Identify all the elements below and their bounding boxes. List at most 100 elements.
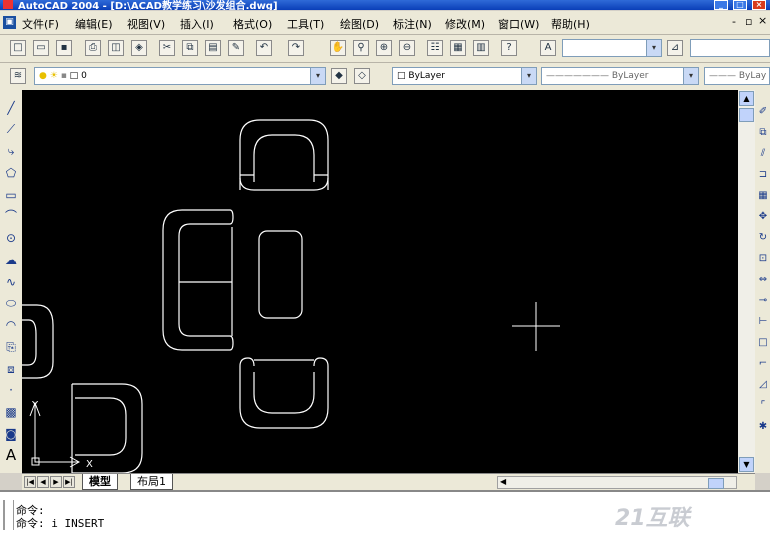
- extend-icon[interactable]: ⊢: [756, 315, 770, 329]
- pan-icon[interactable]: ✋: [330, 40, 346, 56]
- scroll-down-button[interactable]: ▼: [739, 457, 754, 472]
- ellipse-arc-icon[interactable]: ◠: [3, 317, 19, 333]
- ellipse-icon[interactable]: ⬭: [3, 295, 19, 311]
- linetype-combo[interactable]: ——————— ByLayer ▾: [541, 67, 699, 85]
- scroll-thumb[interactable]: [739, 108, 754, 122]
- join-icon[interactable]: ⌐: [756, 357, 770, 371]
- lineweight-combo[interactable]: ——— ByLay: [704, 67, 770, 85]
- maximize-button[interactable]: □: [733, 0, 747, 10]
- stretch-icon[interactable]: ⇔: [756, 273, 770, 287]
- scale-icon[interactable]: ⊡: [756, 252, 770, 266]
- menu-tools[interactable]: 工具(T): [287, 16, 324, 32]
- erase-icon[interactable]: ✐: [756, 105, 770, 119]
- hatch-icon[interactable]: ▩: [3, 404, 19, 420]
- paste-icon[interactable]: ▤: [205, 40, 221, 56]
- tab-model[interactable]: 模型: [82, 474, 118, 490]
- redo-icon[interactable]: ↷: [288, 40, 304, 56]
- prev-tab-button[interactable]: ◀: [37, 476, 49, 488]
- arc-icon[interactable]: ⌒: [3, 208, 19, 224]
- rectangle-icon[interactable]: ▭: [3, 187, 19, 203]
- coffee-table[interactable]: [258, 230, 303, 319]
- zoom-realtime-icon[interactable]: ⚲: [353, 40, 369, 56]
- insert-block-icon[interactable]: ⎘: [3, 339, 19, 355]
- tool-palettes-icon[interactable]: ▥: [473, 40, 489, 56]
- region-icon[interactable]: ◙: [3, 426, 19, 442]
- rotate-icon[interactable]: ↻: [756, 231, 770, 245]
- match-properties-icon[interactable]: ✎: [228, 40, 244, 56]
- vertical-scrollbar[interactable]: ▲ ▼: [738, 90, 755, 473]
- undo-icon[interactable]: ↶: [256, 40, 272, 56]
- polygon-icon[interactable]: ⬠: [3, 165, 19, 181]
- make-current-layer-icon[interactable]: ◆: [331, 68, 347, 84]
- menu-draw[interactable]: 绘图(D): [340, 16, 379, 32]
- document-icon[interactable]: ▣: [3, 16, 16, 29]
- tab-layout1[interactable]: 布局1: [130, 474, 173, 490]
- make-block-icon[interactable]: ⧈: [3, 361, 19, 377]
- open-icon[interactable]: ▭: [33, 40, 49, 56]
- zoom-window-icon[interactable]: ⊕: [376, 40, 392, 56]
- minimize-button[interactable]: _: [714, 0, 728, 10]
- last-tab-button[interactable]: ▶|: [63, 476, 75, 488]
- point-icon[interactable]: ·: [3, 382, 19, 398]
- design-center-icon[interactable]: ▦: [450, 40, 466, 56]
- circle-icon[interactable]: ⊙: [3, 230, 19, 246]
- menu-modify[interactable]: 修改(M): [445, 16, 485, 32]
- explode-icon[interactable]: ✱: [756, 420, 770, 434]
- break-icon[interactable]: □: [756, 336, 770, 350]
- offset-icon[interactable]: ⊐: [756, 168, 770, 182]
- dim-style-icon[interactable]: ⊿: [667, 40, 683, 56]
- layer-manager-icon[interactable]: ≋: [10, 68, 26, 84]
- copy-object-icon[interactable]: ⧉: [756, 126, 770, 140]
- first-tab-button[interactable]: |◀: [24, 476, 36, 488]
- chamfer-icon[interactable]: ◿: [756, 378, 770, 392]
- print-preview-icon[interactable]: ◫: [108, 40, 124, 56]
- next-tab-button[interactable]: ▶: [50, 476, 62, 488]
- array-icon[interactable]: ▦: [756, 189, 770, 203]
- cut-icon[interactable]: ✂: [159, 40, 175, 56]
- zoom-previous-icon[interactable]: ⊖: [399, 40, 415, 56]
- armchair-inserted[interactable]: [71, 383, 143, 473]
- trim-icon[interactable]: ⊸: [756, 294, 770, 308]
- drawing-area[interactable]: Y X: [22, 90, 738, 473]
- menu-file[interactable]: 文件(F): [22, 16, 59, 32]
- multiline-text-icon[interactable]: A: [3, 447, 19, 463]
- scroll-up-button[interactable]: ▲: [739, 91, 754, 106]
- menu-insert[interactable]: 插入(I): [180, 16, 214, 32]
- scroll-left-button[interactable]: ◀: [500, 477, 506, 486]
- menu-view[interactable]: 视图(V): [127, 16, 165, 32]
- menu-window[interactable]: 窗口(W): [498, 16, 539, 32]
- print-icon[interactable]: ⎙: [85, 40, 101, 56]
- text-style-combo[interactable]: ▾: [562, 39, 662, 57]
- publish-icon[interactable]: ◈: [131, 40, 147, 56]
- spline-icon[interactable]: ∿: [3, 274, 19, 290]
- command-prompt-line[interactable]: 命令: i INSERT: [16, 515, 104, 531]
- close-button[interactable]: ×: [752, 0, 766, 10]
- command-window[interactable]: 命令: 命令: i INSERT 21互联: [0, 490, 770, 537]
- fillet-icon[interactable]: ⌜: [756, 399, 770, 413]
- doc-close-button[interactable]: ×: [758, 14, 767, 27]
- help-icon[interactable]: ?: [501, 40, 517, 56]
- horizontal-scrollbar[interactable]: ◀: [497, 476, 737, 489]
- text-style-icon[interactable]: A: [540, 40, 556, 56]
- menu-dimension[interactable]: 标注(N): [393, 16, 432, 32]
- save-icon[interactable]: ▪: [56, 40, 72, 56]
- revision-cloud-icon[interactable]: ☁: [3, 252, 19, 268]
- copy-icon[interactable]: ⧉: [182, 40, 198, 56]
- color-combo[interactable]: □ ByLayer ▾: [392, 67, 537, 85]
- mirror-icon[interactable]: ⫽: [756, 147, 770, 161]
- polyline-icon[interactable]: ⤷: [3, 143, 19, 159]
- layer-previous-icon[interactable]: ◇: [354, 68, 370, 84]
- menu-edit[interactable]: 编辑(E): [75, 16, 113, 32]
- new-icon[interactable]: □: [10, 40, 26, 56]
- line-icon[interactable]: ╱: [3, 100, 19, 116]
- move-icon[interactable]: ✥: [756, 210, 770, 224]
- armchair-left-partial[interactable]: [22, 304, 54, 379]
- dim-style-combo[interactable]: [690, 39, 770, 57]
- command-grip[interactable]: [3, 500, 14, 530]
- hscroll-thumb[interactable]: [708, 478, 724, 489]
- armchair-bottom[interactable]: [239, 357, 329, 429]
- construction-line-icon[interactable]: ⟋: [3, 121, 19, 137]
- doc-minimize-button[interactable]: -: [732, 15, 736, 28]
- menu-format[interactable]: 格式(O): [233, 16, 272, 32]
- doc-restore-button[interactable]: ▫: [745, 15, 752, 28]
